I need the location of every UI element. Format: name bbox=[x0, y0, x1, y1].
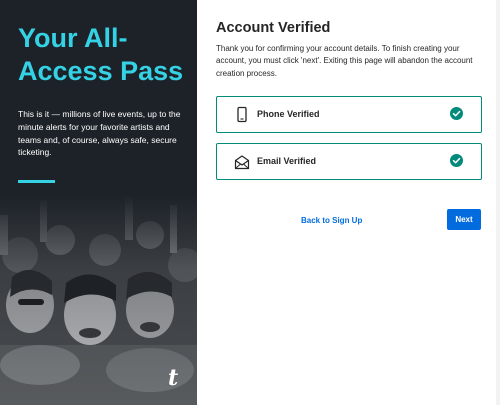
promo-accent-bar bbox=[18, 180, 55, 183]
back-to-sign-up-link[interactable]: Back to Sign Up bbox=[301, 216, 362, 225]
page-description: Thank you for confirming your account de… bbox=[216, 44, 473, 78]
phone-icon bbox=[234, 106, 250, 124]
check-circle-icon bbox=[450, 107, 463, 120]
check-circle-icon bbox=[450, 154, 463, 167]
email-verified-row: Email Verified bbox=[216, 143, 482, 180]
scrollbar-track[interactable] bbox=[496, 0, 500, 405]
promo-body: This is it — millions of live events, up… bbox=[18, 109, 181, 158]
phone-verified-row: Phone Verified bbox=[216, 96, 482, 133]
next-button[interactable]: Next bbox=[447, 209, 481, 230]
ticketmaster-logo: t bbox=[168, 365, 179, 391]
promo-panel: Your All-Access Pass This is it — millio… bbox=[0, 0, 197, 405]
email-verified-label: Email Verified bbox=[257, 156, 317, 166]
phone-verified-label: Phone Verified bbox=[257, 109, 320, 119]
verification-card: Account Verified Thank you for confirmin… bbox=[197, 0, 500, 405]
page-title: Account Verified bbox=[216, 20, 331, 36]
envelope-icon bbox=[234, 153, 250, 171]
promo-title: Your All-Access Pass bbox=[18, 23, 184, 86]
